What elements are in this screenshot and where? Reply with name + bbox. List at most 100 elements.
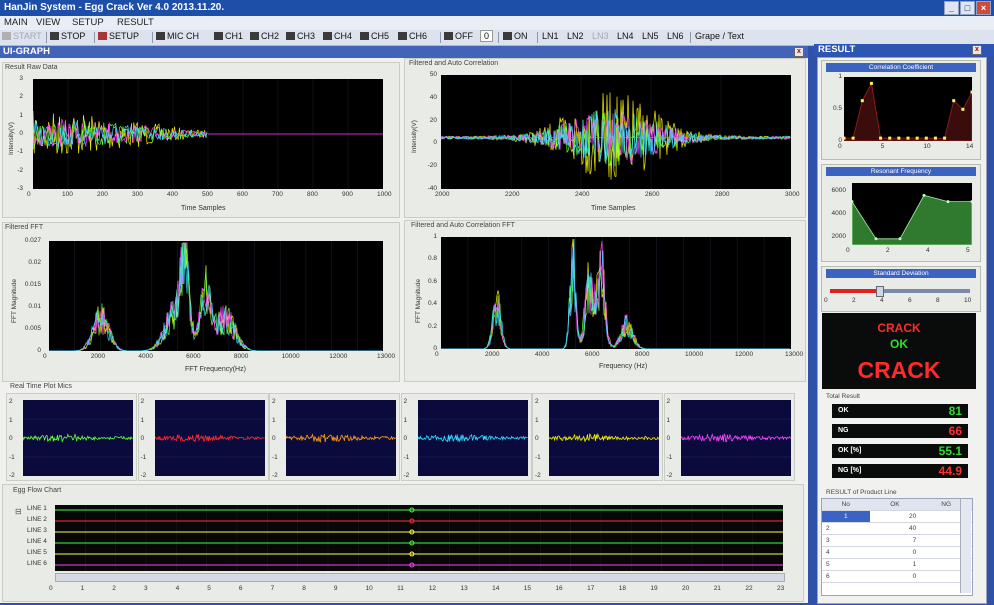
table-row[interactable]: 600 xyxy=(822,570,972,583)
table-row[interactable]: 511 xyxy=(822,558,972,571)
resonant-point xyxy=(922,193,926,197)
ch3-button[interactable]: CH3 xyxy=(286,31,315,41)
correlation-title: Filtered and Auto Correlation xyxy=(409,60,499,67)
ln1-button[interactable]: LN1 xyxy=(542,31,559,41)
table-row[interactable]: 24042 xyxy=(822,522,972,535)
total-result-value: 44.9 xyxy=(938,464,962,478)
total-result-title: Total Result xyxy=(826,393,860,400)
ch4-button[interactable]: CH4 xyxy=(323,31,352,41)
mic-ytick: 1 xyxy=(403,416,408,424)
correlation-fft-xtick: 8000 xyxy=(635,351,650,358)
egg-flow-xtick: 20 xyxy=(682,585,690,592)
stop-button[interactable]: STOP xyxy=(50,31,85,41)
table-cell: 7 xyxy=(869,534,921,547)
product-line-scrollbar[interactable] xyxy=(960,499,971,593)
mic-ytick: 1 xyxy=(666,416,671,424)
table-cell: 1 xyxy=(869,558,921,571)
correlation-coefficient-xtick: 5 xyxy=(880,143,885,150)
on-button[interactable]: ON xyxy=(503,31,528,41)
correlation-ytick: -20 xyxy=(427,162,437,170)
correlation-fft-ytick: 0.4 xyxy=(427,300,437,308)
egg-flow-scrollbar[interactable] xyxy=(55,573,785,582)
start-button[interactable]: START xyxy=(2,31,42,41)
fft-xtick: 2000 xyxy=(90,353,106,360)
setup-button[interactable]: SETUP xyxy=(98,31,139,41)
ln3-button[interactable]: LN3 xyxy=(592,31,609,41)
fft-ytick: 0.005 xyxy=(24,325,41,332)
mic-ytick: 2 xyxy=(9,398,13,405)
mic-ytick: -2 xyxy=(9,472,15,479)
egg-flow-xtick: 5 xyxy=(207,585,211,592)
graph-pane-close-button[interactable]: x xyxy=(794,47,804,57)
table-row[interactable]: 12013 xyxy=(822,510,972,523)
ln4-button[interactable]: LN4 xyxy=(617,31,634,41)
egg-flow-xtick: 1 xyxy=(80,585,85,592)
window-title: HanJin System - Egg Crack Ver 4.0 2013.1… xyxy=(4,2,225,13)
raw-data-plot xyxy=(33,79,383,189)
channel-icon xyxy=(323,32,332,40)
egg-flow-line-label: LINE 4 xyxy=(27,538,47,545)
egg-flow-line-label: LINE 2 xyxy=(27,516,47,523)
separator xyxy=(690,32,691,43)
maximize-button[interactable]: □ xyxy=(960,1,975,15)
off-button[interactable]: OFF xyxy=(444,31,473,41)
egg-flow-xtick: 22 xyxy=(745,585,753,592)
standard-deviation-title: Standard Deviation xyxy=(826,269,976,278)
stop-icon xyxy=(50,32,59,40)
fft-trace xyxy=(441,238,790,349)
mic-ch-button[interactable]: MIC CH xyxy=(156,31,199,41)
grape-text-button[interactable]: Grape / Text xyxy=(695,31,744,41)
table-row[interactable]: 400 xyxy=(822,546,972,559)
standard-deviation-xtick: 8 xyxy=(936,297,940,304)
correlation-point xyxy=(860,99,864,103)
mic-trace xyxy=(154,433,265,443)
channel-icon xyxy=(398,32,407,40)
correlation-point xyxy=(961,107,965,111)
total-result-row: OK 81 xyxy=(832,404,968,418)
user-icon xyxy=(503,32,512,40)
correlation-fft-xtick: 0 xyxy=(435,351,439,358)
ln2-button[interactable]: LN2 xyxy=(567,31,584,41)
play-icon xyxy=(2,32,11,40)
ch2-button[interactable]: CH2 xyxy=(250,31,279,41)
standard-deviation-slider-thumb[interactable] xyxy=(876,286,884,297)
result-pane-title: RESULT xyxy=(818,44,856,55)
menu-result[interactable]: RESULT xyxy=(117,17,154,28)
correlation-coefficient-title: Correlation Coefficient xyxy=(826,63,976,72)
mic-panel-4: 2 1 0 -1 -2 xyxy=(400,393,532,481)
fft-xtick: 8000 xyxy=(233,353,249,360)
menu-setup[interactable]: SETUP xyxy=(72,17,104,28)
collapse-icon[interactable]: ⊟ xyxy=(15,507,22,516)
ln6-button[interactable]: LN6 xyxy=(667,31,684,41)
table-cell: 3 xyxy=(822,534,870,547)
product-line-title: RESULT of Product Line xyxy=(826,489,897,496)
ch5-button[interactable]: CH5 xyxy=(360,31,389,41)
fft-xtick: 0 xyxy=(43,353,47,360)
raw-xtick: 1000 xyxy=(377,191,392,198)
ch1-button[interactable]: CH1 xyxy=(214,31,243,41)
raw-xtick: 100 xyxy=(62,191,73,198)
verdict-display: CRACK OK CRACK xyxy=(822,313,976,389)
verdict-crack-big: CRACK xyxy=(857,357,941,383)
close-button[interactable]: × xyxy=(976,1,991,15)
standard-deviation-fill xyxy=(830,289,879,293)
correlation-coefficient-ytick: 0.5 xyxy=(832,105,842,112)
standard-deviation-xtick: 10 xyxy=(964,297,972,304)
separator xyxy=(498,32,499,43)
counter-field[interactable]: 0 xyxy=(480,30,494,42)
ln5-button[interactable]: LN5 xyxy=(642,31,659,41)
egg-flow-xtick: 17 xyxy=(587,585,595,592)
fft-ytick: 0.02 xyxy=(28,259,41,266)
table-header-row: No OK NG xyxy=(822,499,972,511)
menu-view[interactable]: VIEW xyxy=(36,17,60,28)
ch6-button[interactable]: CH6 xyxy=(398,31,427,41)
result-pane-close-button[interactable]: x xyxy=(972,45,982,55)
table-row[interactable]: 377 xyxy=(822,534,972,547)
correlation-coefficient-plot xyxy=(844,77,972,141)
raw-data-title: Result Raw Data xyxy=(5,64,58,71)
menu-main[interactable]: MAIN xyxy=(4,17,28,28)
mic-ytick: -2 xyxy=(272,472,278,479)
correlation-coefficient-xtick: 14 xyxy=(966,143,974,150)
correlation-ytick: 0 xyxy=(433,139,437,147)
minimize-button[interactable]: _ xyxy=(944,1,959,15)
